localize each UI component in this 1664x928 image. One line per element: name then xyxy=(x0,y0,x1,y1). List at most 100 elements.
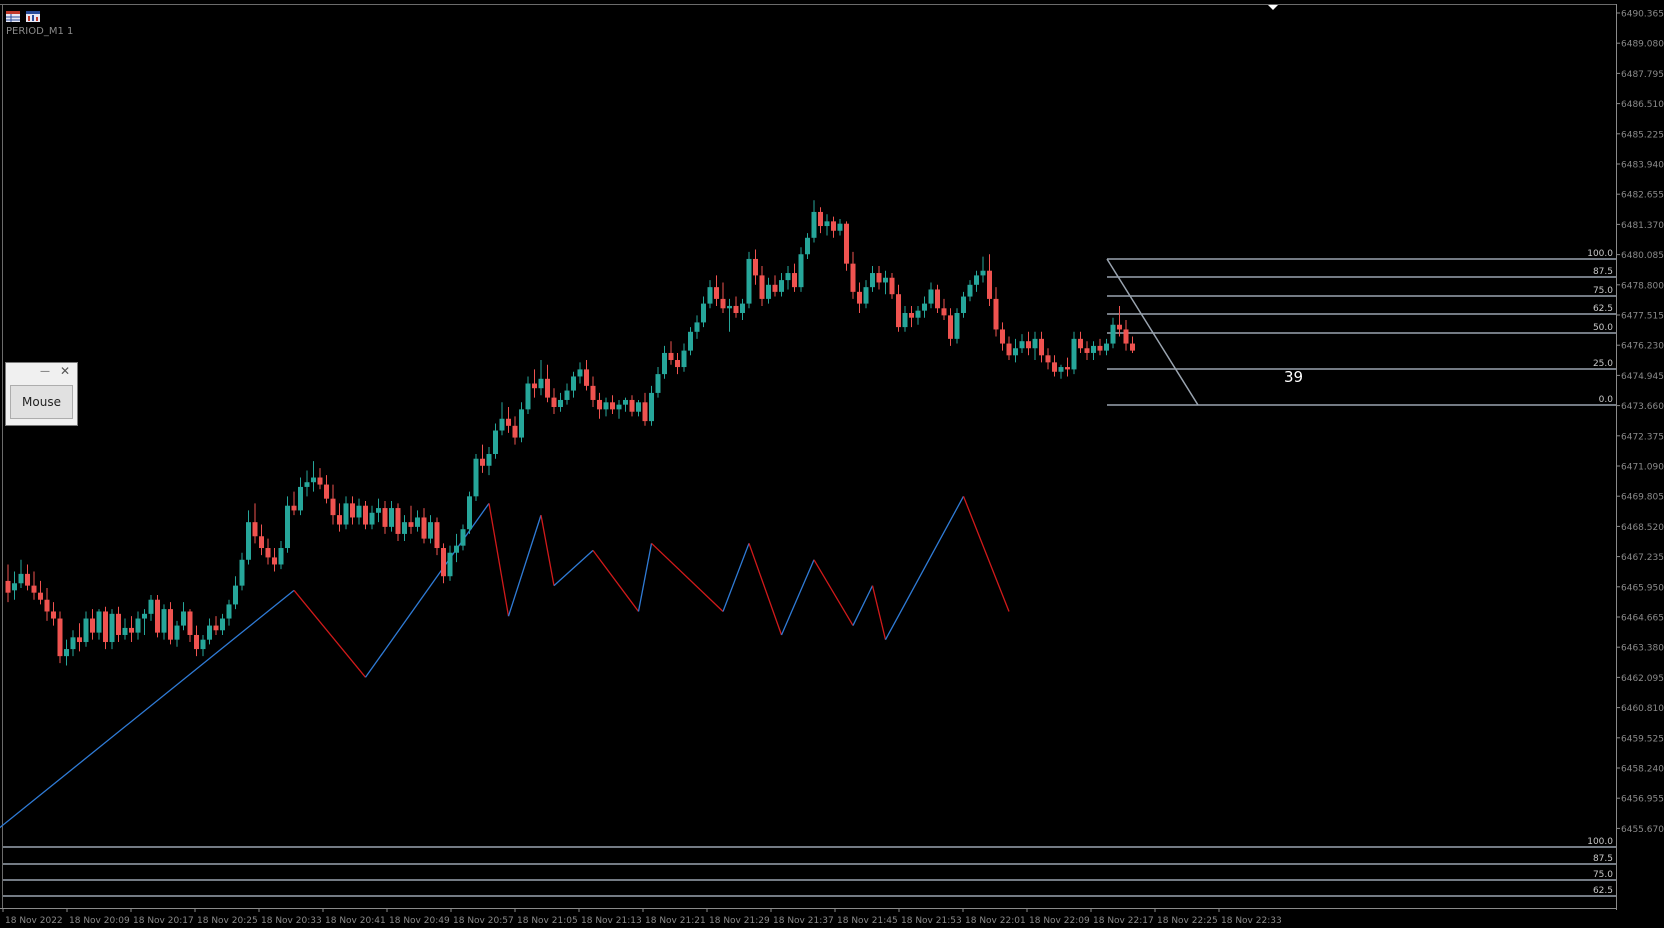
zigzag-down-segment xyxy=(592,549,640,612)
bear-candle xyxy=(5,580,11,593)
zigzag-up-segment xyxy=(507,514,542,617)
bear-candle xyxy=(772,284,778,292)
shift-marker-icon[interactable] xyxy=(1268,5,1278,10)
price-axis-label: 6487.795 xyxy=(1621,70,1664,80)
fibo-level-label: 100.0 xyxy=(1587,837,1613,847)
bear-candle xyxy=(441,548,446,577)
bull-candle xyxy=(902,313,908,328)
bull-candle xyxy=(343,503,349,525)
bull-candle xyxy=(928,289,934,304)
fibo-level-label: 62.5 xyxy=(1593,304,1613,314)
bear-candle xyxy=(896,294,901,328)
bull-candle xyxy=(766,284,771,299)
bull-candle xyxy=(161,609,167,633)
table-icon[interactable] xyxy=(6,11,20,22)
bull-candle xyxy=(64,649,69,657)
fibo-level-label: 75.0 xyxy=(1593,286,1613,296)
bull-candle xyxy=(883,277,888,283)
time-axis-label: 18 Nov 21:45 xyxy=(837,916,898,926)
zigzag-up-segment xyxy=(364,502,490,678)
price-axis-label: 6473.660 xyxy=(1621,402,1664,412)
minimize-icon[interactable]: — xyxy=(39,366,51,378)
period-label: PERIOD_M1 1 xyxy=(6,26,74,37)
bull-candle xyxy=(863,287,869,304)
bull-candle xyxy=(837,223,843,231)
bull-candle xyxy=(181,611,186,626)
close-icon[interactable]: ✕ xyxy=(59,365,71,377)
bull-candle xyxy=(1058,367,1064,372)
price-axis-label: 6464.665 xyxy=(1621,614,1664,624)
price-axis-label: 6460.810 xyxy=(1621,704,1664,714)
mouse-button[interactable]: Mouse xyxy=(10,385,73,419)
bull-candle xyxy=(298,486,303,511)
bull-candle xyxy=(1104,343,1109,351)
fibo-level-label: 25.0 xyxy=(1593,359,1613,369)
bull-candle xyxy=(499,418,505,431)
bull-candle xyxy=(486,454,492,466)
bull-candle xyxy=(135,618,141,633)
zigzag-up-segment xyxy=(0,589,295,829)
bull-candle xyxy=(811,211,817,238)
mouse-panel-titlebar[interactable]: — ✕ xyxy=(6,363,77,381)
bear-candle xyxy=(876,273,882,283)
bear-candle xyxy=(1078,338,1083,349)
price-axis-label: 6490.365 xyxy=(1621,10,1664,20)
bull-candle xyxy=(701,303,706,323)
bear-candle xyxy=(480,458,485,466)
bear-candle xyxy=(610,402,615,410)
bear-candle xyxy=(155,599,160,633)
bull-candle xyxy=(558,399,563,408)
bear-candle xyxy=(1052,362,1057,372)
bull-candle xyxy=(402,522,407,534)
fibo-level-label: 0.0 xyxy=(1599,395,1614,405)
bull-candle xyxy=(870,273,875,288)
bull-candle xyxy=(493,430,498,455)
chart-icon[interactable] xyxy=(26,11,40,22)
bull-candle xyxy=(603,402,609,410)
bull-candle xyxy=(467,496,472,530)
bear-candle xyxy=(330,498,336,516)
time-axis-label: 18 Nov 22:01 xyxy=(965,916,1026,926)
bear-candle xyxy=(291,505,297,511)
bull-candle xyxy=(207,625,212,640)
bear-candle xyxy=(382,508,388,527)
bear-candle xyxy=(1039,338,1044,356)
bear-candle xyxy=(506,418,511,426)
fibo-level-label: 75.0 xyxy=(1593,870,1613,880)
time-axis-label: 18 Nov 20:17 xyxy=(133,916,194,926)
time-axis-label: 18 Nov 21:53 xyxy=(901,916,962,926)
bull-candle xyxy=(233,585,238,605)
bull-candle xyxy=(805,237,810,255)
bear-candle xyxy=(116,613,121,635)
bull-candle xyxy=(174,625,180,640)
bear-candle xyxy=(590,385,596,400)
bear-candle xyxy=(252,522,258,537)
bear-candle xyxy=(1097,345,1103,351)
bull-candle xyxy=(571,376,576,391)
bull-candle xyxy=(967,284,973,297)
bear-candle xyxy=(187,611,193,635)
time-axis-label: 18 Nov 20:33 xyxy=(261,916,322,926)
bear-candle xyxy=(857,291,862,304)
price-chart[interactable]: 6490.365 6489.080 6487.795 6486.510 6485.225… xyxy=(0,0,1664,928)
bear-candle xyxy=(90,618,95,633)
bear-candle xyxy=(168,609,173,640)
bear-candle xyxy=(551,397,557,408)
bear-candle xyxy=(434,522,440,549)
bear-candle xyxy=(31,585,37,593)
bull-candle xyxy=(779,280,784,292)
bear-candle xyxy=(987,270,992,299)
bear-candle xyxy=(720,298,726,309)
bear-candle xyxy=(337,515,342,525)
bear-candle xyxy=(272,557,277,565)
bull-candle xyxy=(1019,341,1025,349)
bull-candle xyxy=(1071,338,1077,370)
bull-candle xyxy=(473,458,479,497)
bear-candle xyxy=(1065,367,1070,370)
bull-candle xyxy=(12,583,17,591)
bull-candle xyxy=(285,505,290,549)
bull-candle xyxy=(655,374,661,393)
bear-candle xyxy=(844,223,849,264)
bull-candle xyxy=(980,270,986,276)
zigzag-up-segment xyxy=(852,585,874,626)
